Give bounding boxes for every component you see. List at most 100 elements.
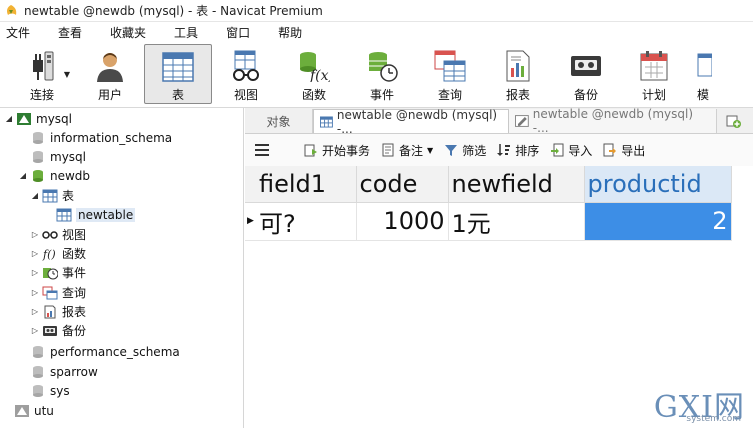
tree-db-information-schema[interactable]: information_schema (30, 128, 172, 147)
sort-label: 排序 (515, 143, 540, 158)
chevron-down-icon[interactable]: ▼ (64, 70, 70, 79)
collapsed-arrow-icon[interactable]: ▷ (30, 268, 40, 277)
report-button[interactable]: 报表 (484, 44, 552, 104)
tree-reports-folder[interactable]: ▷ 报表 (30, 302, 86, 321)
schedule-button[interactable]: 计划 (620, 44, 688, 104)
table-row[interactable]: 可? 1000 1元 2 (245, 202, 732, 241)
export-icon (602, 142, 618, 158)
tree-table-newtable[interactable]: newtable (56, 205, 136, 224)
model-icon (686, 50, 720, 82)
tab-label: 对象 (266, 114, 291, 129)
tab-newtable-design[interactable]: newtable @newdb (mysql) -... (509, 107, 717, 135)
tree-db-sys[interactable]: sys (30, 381, 70, 400)
design-table-icon (515, 115, 529, 127)
query-label: 查询 (437, 88, 462, 102)
tree-label: utu (34, 403, 54, 418)
export-button[interactable]: 导出 (602, 142, 645, 159)
tree-events-folder[interactable]: ▷ 事件 (30, 263, 86, 282)
backup-button[interactable]: 备份 (552, 44, 620, 104)
tree-backups-folder[interactable]: ▷ 备份 (30, 321, 86, 340)
column-header-code[interactable]: code (356, 166, 449, 203)
connect-button[interactable]: ▼ 连接 (8, 44, 76, 104)
tree-label: sparrow (50, 364, 98, 379)
expanded-arrow-icon[interactable]: ◢ (4, 114, 14, 123)
event-icon (365, 50, 399, 82)
expanded-arrow-icon[interactable]: ◢ (18, 171, 28, 180)
query-icon (433, 50, 467, 82)
view-button[interactable]: 视图 (212, 44, 280, 104)
chevron-down-icon[interactable]: ▼ (427, 146, 433, 155)
user-icon (93, 50, 127, 82)
menu-file[interactable]: 文件 (0, 22, 40, 44)
cell-newfield[interactable]: 1元 (448, 202, 585, 241)
cell-code[interactable]: 1000 (356, 202, 449, 241)
tree-label: 报表 (62, 305, 87, 319)
tree-db-sparrow[interactable]: sparrow (30, 362, 98, 381)
tree-label: 视图 (62, 228, 87, 242)
header-row: field1 code newfield productid (245, 166, 732, 203)
table-icon (161, 51, 195, 82)
view-icon (42, 228, 58, 242)
import-button[interactable]: 导入 (549, 142, 592, 159)
column-header-field1[interactable]: field1 (245, 166, 357, 203)
tree-db-newdb[interactable]: ◢ newdb (18, 166, 90, 185)
tab-newtable-data[interactable]: newtable @newdb (mysql) -... (313, 108, 509, 136)
menu-view[interactable]: 查看 (52, 22, 92, 44)
report-label: 报表 (505, 88, 530, 102)
tab-objects[interactable]: 对象 (245, 109, 313, 133)
collapsed-arrow-icon[interactable]: ▷ (30, 288, 40, 297)
tree-queries-folder[interactable]: ▷ 查询 (30, 283, 86, 302)
collapsed-arrow-icon[interactable]: ▷ (30, 307, 40, 316)
memo-button[interactable]: 备注 ▼ (380, 142, 433, 159)
function-label: 函数 (301, 88, 326, 102)
add-tab-icon (726, 115, 741, 128)
column-header-newfield[interactable]: newfield (448, 166, 585, 203)
import-icon (549, 142, 565, 158)
database-icon (30, 131, 46, 145)
column-header-productid[interactable]: productid (584, 166, 732, 203)
event-button[interactable]: 事件 (348, 44, 416, 104)
menu-tools[interactable]: 工具 (168, 22, 208, 44)
tree-connection-mysql[interactable]: ◢ mysql (4, 109, 72, 128)
menu-window[interactable]: 窗口 (220, 22, 260, 44)
backup-icon (42, 324, 58, 338)
collapsed-arrow-icon[interactable]: ▷ (30, 249, 40, 258)
collapsed-arrow-icon[interactable]: ▷ (30, 230, 40, 239)
data-table: field1 code newfield productid 可? 1000 1… (245, 166, 732, 241)
model-label: 模 (696, 88, 709, 102)
filter-button[interactable]: 筛选 (443, 142, 486, 159)
tree-label: 函数 (62, 247, 87, 261)
new-tab-button[interactable] (721, 109, 747, 133)
table-label: 表 (171, 88, 184, 102)
collapsed-arrow-icon[interactable]: ▷ (30, 326, 40, 335)
menu-bar: 文件 查看 收藏夹 工具 窗口 帮助 (0, 22, 753, 44)
tree-tables-folder[interactable]: ◢ 表 (30, 186, 74, 205)
menu-help[interactable]: 帮助 (272, 22, 312, 44)
tree-db-performance-schema[interactable]: performance_schema (30, 342, 180, 361)
tree-label: 备份 (62, 324, 87, 338)
plug-icon (25, 50, 59, 82)
query-button[interactable]: 查询 (416, 44, 484, 104)
navigation-tree: ◢ mysql information_schema mysql ◢ newdb… (0, 108, 244, 428)
svg-text:f(x): f(x) (309, 68, 330, 82)
model-button[interactable]: 模 (688, 44, 718, 104)
tree-functions-folder[interactable]: ▷ f() 函数 (30, 244, 86, 263)
begin-transaction-button[interactable]: 开始事务 (303, 142, 370, 159)
database-icon (30, 150, 46, 164)
expanded-arrow-icon[interactable]: ◢ (30, 191, 40, 200)
menu-button[interactable] (255, 144, 269, 156)
table-button[interactable]: 表 (144, 44, 212, 104)
cell-productid[interactable]: 2 (584, 202, 732, 241)
tree-label: mysql (50, 149, 86, 164)
title-bar: newtable @newdb (mysql) - 表 - Navicat Pr… (0, 0, 753, 22)
user-button[interactable]: 用户 (76, 44, 144, 104)
function-button[interactable]: f(x) 函数 (280, 44, 348, 104)
tree-db-mysql[interactable]: mysql (30, 147, 86, 166)
cell-field1[interactable]: 可? (245, 202, 357, 241)
sort-button[interactable]: 排序 (496, 142, 539, 159)
database-icon (30, 384, 46, 398)
schedule-label: 计划 (641, 88, 666, 102)
tree-views-folder[interactable]: ▷ 视图 (30, 225, 86, 244)
menu-favorites[interactable]: 收藏夹 (104, 22, 156, 44)
tree-connection-utu[interactable]: utu (14, 401, 54, 420)
